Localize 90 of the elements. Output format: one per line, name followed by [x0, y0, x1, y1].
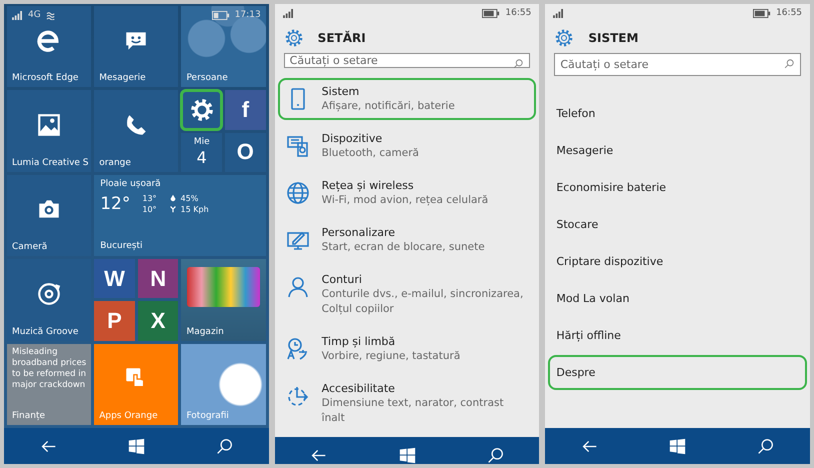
clock-time: 17:13: [234, 10, 261, 20]
wave-icon: [46, 10, 57, 20]
windows-logo-icon[interactable]: [398, 446, 416, 464]
settings-item[interactable]: Despre: [548, 355, 808, 390]
signal-icon: [282, 8, 294, 18]
settings-item[interactable]: Accesibilitate Dimensiune text, narator, contrast înalt: [278, 375, 536, 432]
page-title: SISTEM: [588, 31, 638, 45]
person-icon: [286, 275, 310, 299]
item-title: Timp și limbă: [322, 334, 396, 349]
settings-item[interactable]: Telefon: [548, 96, 808, 131]
news-headline: Misleading broadband prices to be reformed in major crackdown: [12, 346, 86, 391]
dashed-circle-arrow-icon: [286, 384, 310, 408]
settings-item[interactable]: Personalizare Start, ecran de blocare, sunete: [278, 219, 536, 261]
battery-icon: [212, 10, 230, 20]
devices-icon: [286, 134, 310, 158]
item-subtitle: Vorbire, regiune, tastatură: [322, 349, 460, 364]
settings-item[interactable]: Timp și limbă Vorbire, regiune, tastatură: [278, 328, 536, 370]
item-subtitle: Wi-Fi, mod avion, rețea celulară: [322, 193, 488, 208]
app-tile[interactable]: Muzică Groove: [7, 259, 92, 341]
search-icon: [512, 58, 524, 70]
app-tile[interactable]: X: [138, 301, 178, 341]
settings-item[interactable]: Conturi Conturile dvs., e-mailul, sincronizarea, Colțul copiilor: [278, 266, 536, 323]
app-tile[interactable]: [181, 90, 222, 130]
app-tile[interactable]: O: [225, 132, 266, 172]
settings-icon: [554, 28, 574, 48]
search-field[interactable]: Căutați o setare: [554, 53, 802, 76]
city-name: București: [100, 240, 144, 252]
settings-item[interactable]: Economisire baterie: [548, 170, 808, 205]
app-tile[interactable]: W: [94, 259, 135, 298]
tile-label: Finanțe: [12, 410, 46, 422]
clock-letter-icon: [286, 337, 310, 361]
app-tile[interactable]: Mie 4: [181, 132, 222, 172]
app-tile[interactable]: f: [225, 90, 266, 130]
picture-icon: [36, 112, 62, 138]
item-subtitle: Start, ecran de blocare, sunete: [322, 240, 485, 255]
settings-item[interactable]: Criptare dispozitive: [548, 244, 808, 279]
app-tile[interactable]: N: [138, 259, 178, 298]
app-tile[interactable]: P: [94, 301, 135, 341]
temperature: 12°: [100, 194, 130, 214]
globe-icon: [286, 181, 310, 205]
settings-item[interactable]: Hărți offline: [548, 318, 808, 353]
item-subtitle: Afișare, notificări, baterie: [322, 99, 455, 114]
settings-item[interactable]: Mod La volan: [548, 281, 808, 316]
low-temperature: 10°: [142, 204, 157, 215]
item-subtitle: Conturile dvs., e-mailul, sincronizarea, Colțul copiilor: [322, 287, 524, 317]
search-icon[interactable]: [486, 446, 504, 464]
app-tile[interactable]: Cameră: [7, 174, 92, 256]
search-field[interactable]: Căutați o setare: [284, 53, 530, 68]
date-number: 4: [196, 148, 207, 168]
item-title: Conturi: [322, 272, 363, 287]
item-title: Dispozitive: [322, 131, 384, 146]
news-tile[interactable]: Misleading broadband prices to be reformed in major crackdown Finanțe: [7, 344, 92, 425]
windows-logo-icon[interactable]: [669, 438, 686, 454]
drop-icon: [168, 194, 177, 202]
signal-icon: [12, 10, 23, 20]
item-title: Sistem: [322, 84, 360, 99]
settings-item[interactable]: Rețea și wireless Wi-Fi, mod avion, rețea celulară: [278, 172, 536, 214]
item-subtitle: Dimensiune text, narator, contrast înalt: [322, 396, 505, 426]
signal-icon: [553, 8, 564, 18]
search-icon[interactable]: [216, 438, 234, 454]
humidity: 45%: [180, 192, 198, 204]
item-title: Accesibilitate: [322, 381, 396, 396]
settings-icon: [284, 28, 304, 48]
settings-item[interactable]: Sistem Afișare, notificări, baterie: [278, 78, 536, 120]
item-title: Rețea și wireless: [322, 178, 415, 193]
weekday-label: Mie: [194, 137, 210, 148]
battery-icon: [753, 8, 772, 18]
app-tile[interactable]: Lumia Creative S: [7, 90, 92, 172]
settings-icon: [188, 96, 215, 123]
item-subtitle: Bluetooth, cameră: [322, 146, 419, 161]
clock-time: 16:55: [776, 8, 802, 18]
clock-time: 16:55: [505, 8, 532, 18]
weather-tile[interactable]: Ploaie ușoară 12° 13° 10° 45% 15 Kph București: [94, 174, 266, 256]
app-tile[interactable]: orange: [94, 90, 178, 172]
battery-icon: [482, 8, 500, 18]
item-title: Personalizare: [322, 225, 396, 240]
wind-icon: [168, 205, 177, 214]
network-type: 4G: [28, 10, 41, 20]
search-icon[interactable]: [757, 438, 774, 454]
wind-speed: 15 Kph: [180, 204, 209, 215]
settings-item[interactable]: Dispozitive Bluetooth, cameră: [278, 125, 536, 167]
disc-icon: [36, 280, 62, 307]
settings-item[interactable]: Stocare: [548, 207, 808, 242]
settings-item[interactable]: Mesagerie: [548, 133, 808, 168]
windows-logo-icon[interactable]: [128, 438, 145, 454]
weather-condition: Ploaie ușoară: [100, 178, 162, 189]
high-temperature: 13°: [142, 192, 157, 204]
search-icon: [783, 58, 796, 70]
app-tile[interactable]: Mesagerie: [94, 6, 178, 88]
page-title: SETĂRI: [318, 31, 366, 45]
